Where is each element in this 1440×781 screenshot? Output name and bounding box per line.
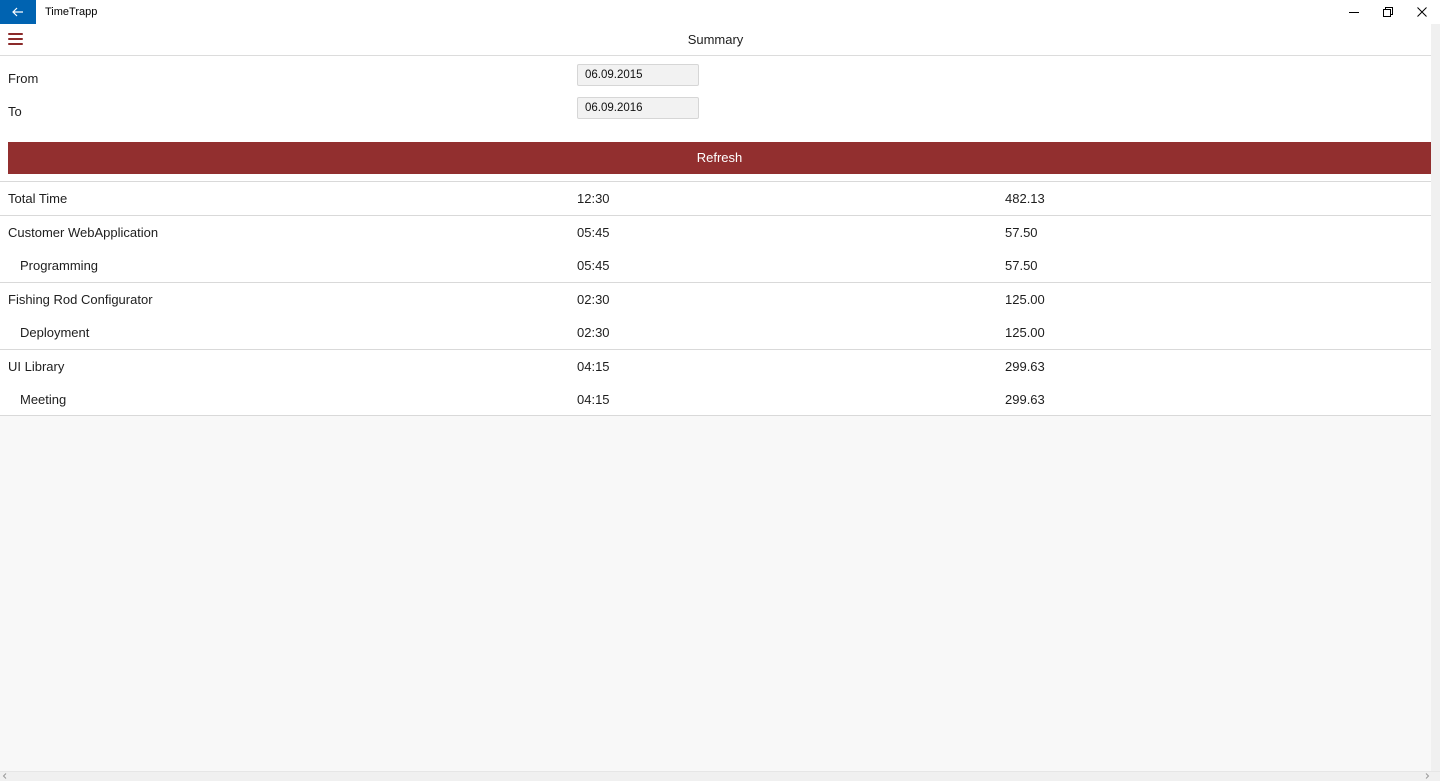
project-amount: 125.00 <box>1005 292 1045 307</box>
project-name: Fishing Rod Configurator <box>8 292 153 307</box>
to-label: To <box>8 104 22 119</box>
task-amount: 125.00 <box>1005 325 1045 340</box>
back-arrow-icon <box>12 7 23 17</box>
app-title: TimeTrapp <box>45 6 98 18</box>
task-amount: 57.50 <box>1005 258 1038 273</box>
restore-icon <box>1383 7 1393 17</box>
page-header: Summary <box>0 24 1431 56</box>
summary-page: Summary From 06.09.2015 To 06.09.2016 Re… <box>0 24 1431 416</box>
vertical-scrollbar[interactable] <box>1431 24 1440 772</box>
project-row: UI Library 04:15 299.63 <box>0 350 1431 383</box>
total-time: 12:30 <box>577 191 610 206</box>
project-name: Customer WebApplication <box>8 225 159 240</box>
close-icon <box>1417 7 1427 17</box>
project-time: 05:45 <box>577 225 610 240</box>
from-label: From <box>8 71 39 86</box>
minimize-button[interactable] <box>1337 0 1371 24</box>
project-amount: 299.63 <box>1005 359 1045 374</box>
restore-button[interactable] <box>1371 0 1405 24</box>
task-name: Meeting <box>20 392 67 407</box>
close-button[interactable] <box>1405 0 1439 24</box>
task-name: Deployment <box>20 325 90 340</box>
project-amount: 57.50 <box>1005 225 1038 240</box>
task-time: 02:30 <box>577 325 610 340</box>
project-time: 02:30 <box>577 292 610 307</box>
total-row: Total Time 12:30 482.13 <box>0 182 1431 215</box>
project-time: 04:15 <box>577 359 610 374</box>
project-row: Fishing Rod Configurator 02:30 125.00 <box>0 283 1431 316</box>
task-amount: 299.63 <box>1005 392 1045 407</box>
project-row: Customer WebApplication 05:45 57.50 <box>0 216 1431 249</box>
hamburger-menu-icon[interactable] <box>8 33 23 46</box>
title-bar: TimeTrapp <box>0 0 1440 24</box>
to-date-picker[interactable]: 06.09.2016 <box>577 97 699 119</box>
back-button[interactable] <box>0 0 36 24</box>
total-amount: 482.13 <box>1005 191 1045 206</box>
page-title: Summary <box>687 32 744 47</box>
total-label: Total Time <box>8 191 68 206</box>
refresh-button[interactable]: Refresh <box>8 142 1431 174</box>
task-name: Programming <box>20 258 99 273</box>
scroll-right-icon[interactable] <box>1424 773 1430 779</box>
task-row: Deployment 02:30 125.00 <box>0 316 1431 349</box>
project-name: UI Library <box>8 359 65 374</box>
task-time: 05:45 <box>577 258 610 273</box>
task-time: 04:15 <box>577 392 610 407</box>
task-row: Programming 05:45 57.50 <box>0 249 1431 282</box>
divider <box>0 415 1431 416</box>
from-date-picker[interactable]: 06.09.2015 <box>577 64 699 86</box>
minimize-icon <box>1349 12 1359 13</box>
scroll-left-icon[interactable] <box>2 773 8 779</box>
task-row: Meeting 04:15 299.63 <box>0 383 1431 416</box>
